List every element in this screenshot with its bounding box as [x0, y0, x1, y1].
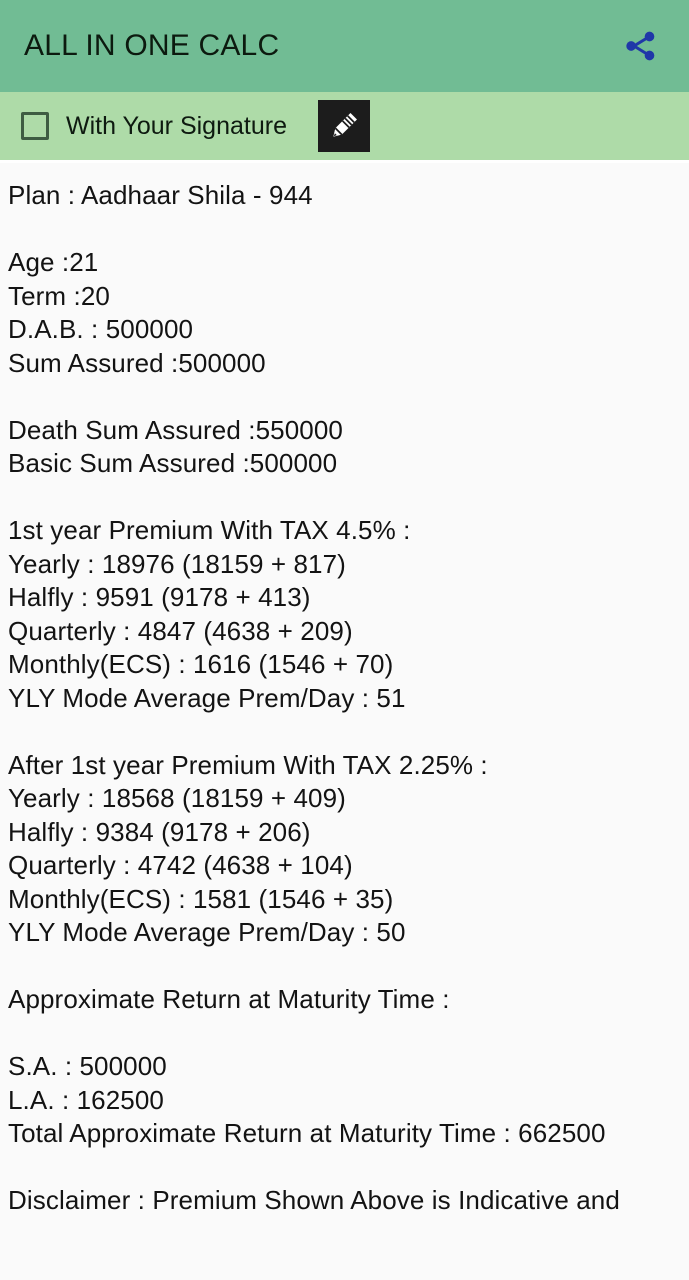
report-line: Term :20 — [8, 280, 110, 311]
report-line: 1st year Premium With TAX 4.5% : — [8, 515, 411, 545]
with-your-signature-checkbox[interactable] — [21, 112, 49, 140]
report-line: D.A.B. : 500000 — [8, 314, 194, 344]
report-line: L.A. : 162500 — [8, 1084, 164, 1115]
with-your-signature-label: With Your Signature — [66, 111, 287, 140]
report-line: Total Approximate Return at Maturity Tim… — [8, 1118, 606, 1148]
report-line: Halfly : 9384 (9178 + 206) — [8, 816, 311, 847]
share-button[interactable] — [613, 19, 667, 73]
signature-bar: With Your Signature — [0, 92, 689, 163]
report-line: S.A. : 500000 — [8, 1051, 167, 1081]
page-title: ALL IN ONE CALC — [24, 29, 280, 62]
report-line: Yearly : 18976 (18159 + 817) — [8, 548, 346, 579]
report-line: Monthly(ECS) : 1581 (1546 + 35) — [8, 883, 394, 914]
report-line: Basic Sum Assured :500000 — [8, 448, 338, 478]
report-line: Disclaimer : Premium Shown Above is Indi… — [8, 1185, 620, 1215]
report-spacer — [8, 950, 681, 984]
report-spacer — [8, 715, 681, 749]
report-line: YLY Mode Average Prem/Day : 51 — [8, 682, 406, 713]
report-line: Yearly : 18568 (18159 + 409) — [8, 783, 346, 813]
pencil-icon — [333, 113, 357, 137]
report-spacer — [8, 481, 681, 515]
report-spacer — [8, 1151, 681, 1185]
report-spacer — [8, 213, 681, 247]
report-line: Quarterly : 4847 (4638 + 209) — [8, 615, 353, 646]
report-line: Age :21 — [8, 247, 99, 277]
share-icon — [626, 31, 655, 61]
report-line: Monthly(ECS) : 1616 (1546 + 70) — [8, 649, 394, 679]
report-line: Plan : Aadhaar Shila - 944 — [8, 180, 313, 210]
app-bar: ALL IN ONE CALC — [0, 0, 689, 92]
report-line: Halfly : 9591 (9178 + 413) — [8, 582, 311, 612]
report-line: After 1st year Premium With TAX 2.25% : — [8, 749, 488, 780]
report-line: Sum Assured :500000 — [8, 347, 266, 378]
calculation-report: Plan : Aadhaar Shila - 944 Age :21 Term :2… — [0, 163, 689, 1280]
report-spacer — [8, 380, 681, 414]
report-line: Death Sum Assured :550000 — [8, 414, 343, 445]
report-line: YLY Mode Average Prem/Day : 50 — [8, 917, 406, 947]
report-line: Approximate Return at Maturity Time : — [8, 984, 450, 1014]
report-spacer — [8, 1017, 681, 1051]
signature-button[interactable] — [317, 100, 370, 152]
report-line: Quarterly : 4742 (4638 + 104) — [8, 850, 353, 880]
